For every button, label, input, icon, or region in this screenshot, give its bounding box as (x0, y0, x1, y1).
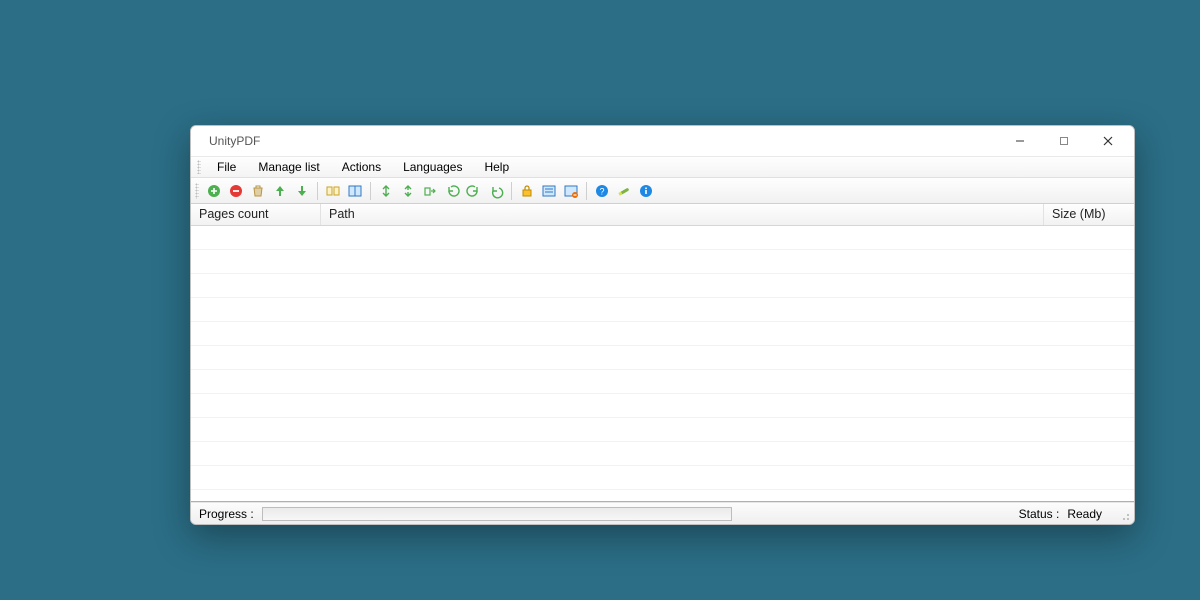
app-window: UnityPDF File Manage list Actions Langua… (190, 125, 1135, 525)
menu-grip-icon (197, 160, 201, 174)
toolbar-separator (317, 182, 318, 200)
menu-help[interactable]: Help (474, 158, 519, 176)
menu-file[interactable]: File (207, 158, 246, 176)
metadata-button[interactable] (540, 182, 558, 200)
settings-button[interactable] (615, 182, 633, 200)
move-down-button[interactable] (293, 182, 311, 200)
col-path[interactable]: Path (321, 204, 1044, 225)
status-value: Ready (1067, 507, 1102, 521)
split-button[interactable] (346, 182, 364, 200)
progress-bar (262, 507, 732, 521)
column-headers: Pages count Path Size (Mb) (191, 204, 1134, 226)
rotate-left-button[interactable] (443, 182, 461, 200)
title-bar[interactable]: UnityPDF (191, 126, 1134, 156)
window-controls (998, 127, 1130, 155)
add-button[interactable] (205, 182, 223, 200)
clear-button[interactable] (249, 182, 267, 200)
row-grid (191, 226, 1134, 501)
progress-label: Progress : (199, 507, 254, 521)
resize-grip-icon[interactable] (1116, 507, 1130, 521)
toolbar-grip-icon (195, 183, 199, 199)
toolbar: ? (191, 178, 1134, 204)
status-bar: Progress : Status : Ready (191, 502, 1134, 524)
maximize-button[interactable] (1042, 127, 1086, 155)
close-button[interactable] (1086, 127, 1130, 155)
toolbar-separator (511, 182, 512, 200)
metadata-remove-button[interactable] (562, 182, 580, 200)
list-rows[interactable] (191, 226, 1134, 501)
menu-manage-list[interactable]: Manage list (248, 158, 329, 176)
undo-button[interactable] (487, 182, 505, 200)
split-size-button[interactable] (377, 182, 395, 200)
menu-bar: File Manage list Actions Languages Help (191, 156, 1134, 178)
rotate-right-button[interactable] (465, 182, 483, 200)
col-pages[interactable]: Pages count (191, 204, 321, 225)
remove-button[interactable] (227, 182, 245, 200)
file-list[interactable]: Pages count Path Size (Mb) (191, 204, 1134, 502)
extract-button[interactable] (421, 182, 439, 200)
toolbar-separator (370, 182, 371, 200)
menu-languages[interactable]: Languages (393, 158, 472, 176)
status-label: Status : (1019, 507, 1060, 521)
help-button[interactable]: ? (593, 182, 611, 200)
minimize-button[interactable] (998, 127, 1042, 155)
toolbar-separator (586, 182, 587, 200)
move-up-button[interactable] (271, 182, 289, 200)
menu-actions[interactable]: Actions (332, 158, 391, 176)
col-size[interactable]: Size (Mb) (1044, 204, 1134, 225)
svg-text:?: ? (599, 186, 604, 196)
app-title: UnityPDF (209, 134, 260, 148)
about-button[interactable] (637, 182, 655, 200)
protect-button[interactable] (518, 182, 536, 200)
split-pages-button[interactable] (399, 182, 417, 200)
merge-button[interactable] (324, 182, 342, 200)
